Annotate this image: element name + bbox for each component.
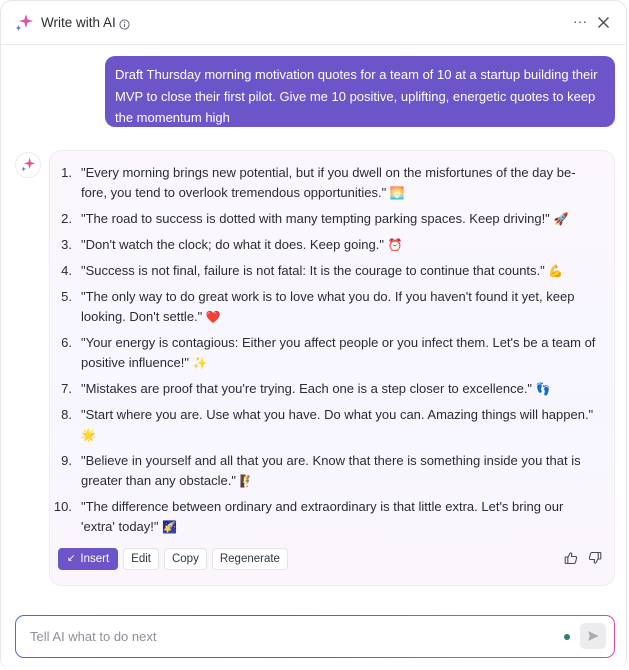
ai-response-card: 1. "Every morning brings new potential, b… bbox=[49, 150, 615, 586]
quote-text: "Believe in yourself and all that you ar… bbox=[81, 453, 581, 488]
quote-text: "The only way to do great work is to lov… bbox=[81, 289, 575, 324]
insert-button[interactable]: ↙ Insert bbox=[58, 548, 119, 570]
quote-item: 3. "Don't watch the clock; do what it doe… bbox=[50, 235, 614, 255]
quote-item: 7. "Mistakes are proof that you're trying… bbox=[50, 379, 614, 399]
quote-emoji-icon: 🌠 bbox=[162, 520, 178, 534]
thumbs-up-icon[interactable] bbox=[564, 551, 578, 565]
quote-number: 7. bbox=[61, 381, 72, 396]
insert-arrow-icon: ↙ bbox=[67, 553, 76, 564]
quote-emoji-icon: ❤️ bbox=[205, 310, 221, 324]
quote-emoji-icon: 🧗 bbox=[239, 474, 255, 488]
ai-sparkle-icon bbox=[21, 157, 36, 172]
panel-header: Write with AI ··· bbox=[1, 1, 626, 45]
thumbs-down-icon[interactable] bbox=[588, 551, 602, 565]
quote-item: 9. "Believe in yourself and all that you … bbox=[50, 451, 614, 491]
quote-number: 2. bbox=[61, 211, 72, 226]
quote-number: 3. bbox=[61, 237, 72, 252]
quote-number: 4. bbox=[61, 263, 72, 278]
prompt-input[interactable] bbox=[30, 616, 530, 657]
composer-inner bbox=[16, 616, 614, 657]
quote-number: 10. bbox=[53, 499, 72, 514]
edit-button[interactable]: Edit bbox=[123, 548, 159, 570]
regenerate-button[interactable]: Regenerate bbox=[211, 548, 288, 570]
quote-text: "Your energy is contagious: Either you a… bbox=[81, 335, 596, 370]
close-icon[interactable] bbox=[597, 16, 610, 29]
ai-sparkle-icon bbox=[14, 13, 34, 33]
quote-item: 10. "The difference between ordinary and … bbox=[50, 497, 614, 537]
quote-emoji-icon: 🌟 bbox=[81, 428, 96, 442]
quote-item: 8. "Start where you are. Use what you hav… bbox=[50, 405, 614, 445]
quote-item: 1. "Every morning brings new potential, b… bbox=[50, 163, 614, 203]
quote-item: 2. "The road to success is dotted with ma… bbox=[50, 209, 614, 229]
more-options-button[interactable]: ··· bbox=[573, 13, 587, 29]
quote-emoji-icon: 👣 bbox=[535, 382, 551, 396]
ai-avatar bbox=[15, 152, 41, 178]
copy-button[interactable]: Copy bbox=[163, 548, 207, 570]
quote-emoji-icon: ✨ bbox=[192, 356, 208, 370]
quote-text: "Mistakes are proof that you're trying. … bbox=[81, 381, 533, 396]
composer bbox=[15, 615, 615, 658]
status-dot-icon bbox=[564, 634, 570, 640]
quote-number: 5. bbox=[61, 289, 72, 304]
send-button[interactable] bbox=[580, 623, 606, 649]
quote-text: "Success is not final, failure is not fa… bbox=[81, 263, 545, 278]
quote-text: "The difference between ordinary and ext… bbox=[81, 499, 564, 534]
quote-list: 1. "Every morning brings new potential, b… bbox=[50, 163, 614, 543]
response-actions: ↙ Insert Edit Copy Regenerate bbox=[58, 548, 288, 570]
quote-item: 4. "Success is not final, failure is not … bbox=[50, 261, 614, 281]
quote-number: 8. bbox=[61, 407, 72, 422]
send-icon bbox=[588, 631, 599, 641]
user-message-bubble: Draft Thursday morning motivation quotes… bbox=[105, 56, 615, 127]
quote-emoji-icon: ⏰ bbox=[387, 238, 403, 252]
info-icon[interactable] bbox=[119, 17, 130, 30]
insert-label: Insert bbox=[80, 553, 110, 565]
panel-title: Write with AI bbox=[41, 15, 116, 30]
quote-item: 5. "The only way to do great work is to l… bbox=[50, 287, 614, 327]
write-with-ai-panel: Write with AI ··· Draft Thursday morning… bbox=[0, 0, 627, 670]
quote-number: 6. bbox=[61, 335, 72, 350]
quote-text: "The road to success is dotted with many… bbox=[81, 211, 550, 226]
quote-emoji-icon: 💪 bbox=[548, 264, 564, 278]
quote-text: "Start where you are. Use what you have.… bbox=[81, 407, 594, 422]
quote-emoji-icon: 🌅 bbox=[389, 186, 405, 200]
quote-text: "Every morning brings new potential, but… bbox=[81, 165, 576, 200]
quote-item: 6. "Your energy is contagious: Either you… bbox=[50, 333, 614, 373]
quote-number: 1. bbox=[61, 165, 72, 180]
quote-number: 9. bbox=[61, 453, 72, 468]
quote-emoji-icon: 🚀 bbox=[553, 212, 569, 226]
quote-text: "Don't watch the clock; do what it does.… bbox=[81, 237, 384, 252]
feedback-buttons bbox=[564, 551, 602, 565]
